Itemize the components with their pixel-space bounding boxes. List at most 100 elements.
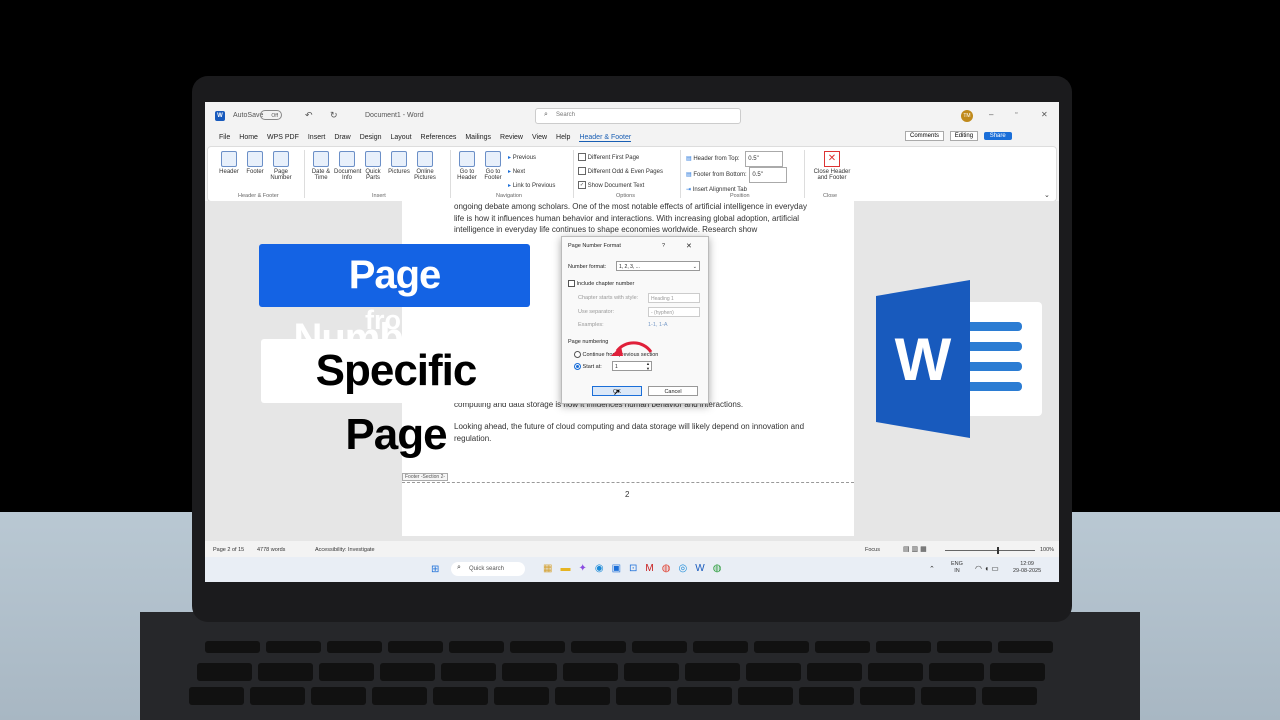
menu-tab-mailings[interactable]: Mailings bbox=[465, 134, 491, 141]
close-header-footer-button[interactable]: ✕ Close Header and Footer bbox=[808, 151, 856, 181]
collapse-ribbon-icon[interactable]: ⌄ bbox=[1044, 191, 1050, 199]
different-odd-even-pages-checkbox-row[interactable]: Different Odd & Even Pages bbox=[578, 165, 663, 179]
remote-icon[interactable]: ⊡ bbox=[629, 563, 637, 574]
word-count[interactable]: 4778 words bbox=[257, 547, 285, 553]
cancel-button[interactable]: Cancel bbox=[648, 386, 698, 396]
edge-icon[interactable]: ◉ bbox=[595, 563, 604, 574]
close-window-icon[interactable]: ✕ bbox=[1041, 110, 1048, 119]
menu-tab-insert[interactable]: Insert bbox=[308, 134, 326, 141]
keyboard-key bbox=[311, 687, 366, 705]
language-indicator[interactable]: ENG IN bbox=[951, 561, 963, 575]
avatar[interactable]: TM bbox=[961, 110, 973, 122]
minimize-icon[interactable]: – bbox=[989, 110, 993, 119]
option-checkbox[interactable] bbox=[578, 153, 586, 162]
menu-tab-header-footer[interactable]: Header & Footer bbox=[579, 134, 632, 142]
menu-tab-file[interactable]: File bbox=[219, 134, 230, 141]
group-label: Navigation bbox=[496, 193, 522, 199]
view-icons[interactable]: ▤ ▥ ▦ bbox=[903, 545, 927, 553]
keyboard-key bbox=[807, 663, 862, 681]
menu-tab-design[interactable]: Design bbox=[360, 134, 382, 141]
zoom-level[interactable]: 100% bbox=[1040, 547, 1054, 553]
footer-bottom-input[interactable]: 0.5" bbox=[749, 167, 788, 183]
quick-parts-button[interactable]: Quick Parts bbox=[360, 151, 386, 181]
maximize-icon[interactable]: ▫ bbox=[1015, 110, 1017, 117]
include-chapter-checkbox[interactable] bbox=[568, 280, 575, 287]
next-button[interactable]: ▸ Next bbox=[508, 165, 555, 179]
go-to-footer-button[interactable]: Go to Footer bbox=[480, 151, 506, 181]
menu-tab-help[interactable]: Help bbox=[556, 134, 570, 141]
footer-page-number[interactable]: 2 bbox=[625, 490, 629, 499]
start-at-radio[interactable] bbox=[574, 363, 581, 370]
search-box[interactable]: ⌕ Search bbox=[535, 108, 741, 124]
menu-tab-references[interactable]: References bbox=[421, 134, 457, 141]
include-chapter-label: Include chapter number bbox=[576, 280, 635, 287]
separator-select[interactable]: - (hyphen) bbox=[648, 307, 700, 317]
skype-icon[interactable]: ◎ bbox=[679, 563, 688, 574]
share-button[interactable]: Share bbox=[983, 132, 1012, 140]
show-document-text-checkbox-row[interactable]: ✓ Show Document Text bbox=[578, 179, 663, 193]
editing-button[interactable]: Editing bbox=[949, 131, 979, 141]
keyboard-key bbox=[433, 687, 488, 705]
link-to-previous-button[interactable]: ▸ Link to Previous bbox=[508, 179, 555, 193]
date-time-button[interactable]: Date & Time bbox=[308, 151, 334, 181]
start-at-input[interactable]: 1 ▲ ▼ bbox=[612, 361, 652, 371]
zoom-slider[interactable] bbox=[945, 547, 1035, 554]
menu-tab-draw[interactable]: Draw bbox=[334, 134, 350, 141]
go-to-header-icon bbox=[459, 151, 475, 167]
ribbon-button-label: Go to Footer bbox=[484, 169, 502, 181]
comments-button[interactable]: Comments bbox=[905, 131, 945, 141]
file-explorer-icon[interactable]: ▬ bbox=[560, 563, 570, 574]
taskbar-search[interactable]: ⌕ Quick search bbox=[451, 562, 525, 576]
chapter-style-value: Heading 1 bbox=[651, 296, 674, 302]
page-count[interactable]: Page 2 of 15 bbox=[213, 547, 244, 553]
pictures-button[interactable]: Pictures bbox=[386, 151, 412, 181]
header-top-input[interactable]: 0.5" bbox=[745, 151, 784, 167]
ribbon-button-label: Date & Time bbox=[311, 169, 331, 181]
separator-value: - (hyphen) bbox=[651, 310, 674, 316]
continue-radio[interactable] bbox=[574, 351, 581, 358]
menu-tab-view[interactable]: View bbox=[532, 134, 547, 141]
number-format-select[interactable]: 1, 2, 3, ... ⌄ bbox=[616, 261, 700, 271]
chapter-style-select[interactable]: Heading 1 bbox=[648, 293, 700, 303]
clock[interactable]: 12:09 29-08-2025 bbox=[1013, 561, 1041, 575]
wifi-icon[interactable]: ◠ ◖ ▭ bbox=[975, 564, 999, 573]
previous-button[interactable]: ▸ Previous bbox=[508, 151, 555, 165]
menu-tab-home[interactable]: Home bbox=[239, 134, 258, 141]
store-icon[interactable]: ▣ bbox=[612, 563, 621, 574]
zoom-slider-thumb[interactable] bbox=[997, 547, 999, 554]
focus-button[interactable]: Focus bbox=[865, 547, 880, 553]
menu-tab-review[interactable]: Review bbox=[500, 134, 523, 141]
go-to-header-button[interactable]: Go to Header bbox=[454, 151, 480, 181]
online-pictures-button[interactable]: Online Pictures bbox=[412, 151, 438, 181]
start-at-row[interactable]: Start at: bbox=[574, 363, 602, 370]
word-taskbar-icon[interactable]: W bbox=[695, 563, 704, 574]
redo-icon[interactable]: ↻ bbox=[330, 110, 338, 121]
dialog-close-button[interactable]: ✕ bbox=[686, 242, 692, 250]
start-icon[interactable]: ⊞ bbox=[431, 564, 439, 575]
mcafee-icon[interactable]: M bbox=[645, 563, 653, 574]
different-first-page-checkbox-row[interactable]: Different First Page bbox=[578, 151, 663, 165]
keyboard-key bbox=[250, 687, 305, 705]
footer-button[interactable]: Footer bbox=[242, 151, 268, 181]
document-info-button[interactable]: Document Info bbox=[334, 151, 361, 181]
accessibility-status[interactable]: Accessibility: Investigate bbox=[315, 547, 375, 553]
tray-up-icon[interactable]: ⌃ bbox=[929, 565, 935, 573]
page-number-button[interactable]: Page Number bbox=[268, 151, 294, 181]
chrome-icon[interactable]: ◍ bbox=[662, 563, 671, 574]
include-chapter-row[interactable]: Include chapter number bbox=[568, 280, 634, 287]
copilot-icon[interactable]: ✦ bbox=[578, 563, 586, 574]
dialog-help-button[interactable]: ? bbox=[662, 243, 665, 249]
spinner-icon[interactable]: ▲ ▼ bbox=[646, 361, 650, 371]
keyboard bbox=[189, 641, 1075, 720]
header-button[interactable]: Header bbox=[216, 151, 242, 181]
menu-tab-layout[interactable]: Layout bbox=[391, 134, 412, 141]
keyboard-key bbox=[449, 641, 504, 653]
option-checkbox[interactable] bbox=[578, 167, 586, 176]
menu-tab-wps-pdf[interactable]: WPS PDF bbox=[267, 134, 299, 141]
divider bbox=[804, 150, 805, 198]
chrome-alt-icon[interactable]: ◍ bbox=[713, 563, 722, 574]
autosave-toggle[interactable]: Off bbox=[260, 110, 282, 120]
undo-icon[interactable]: ↶ bbox=[305, 110, 313, 121]
widgets-icon[interactable]: ▦ bbox=[543, 563, 552, 574]
option-checkbox[interactable]: ✓ bbox=[578, 181, 586, 190]
